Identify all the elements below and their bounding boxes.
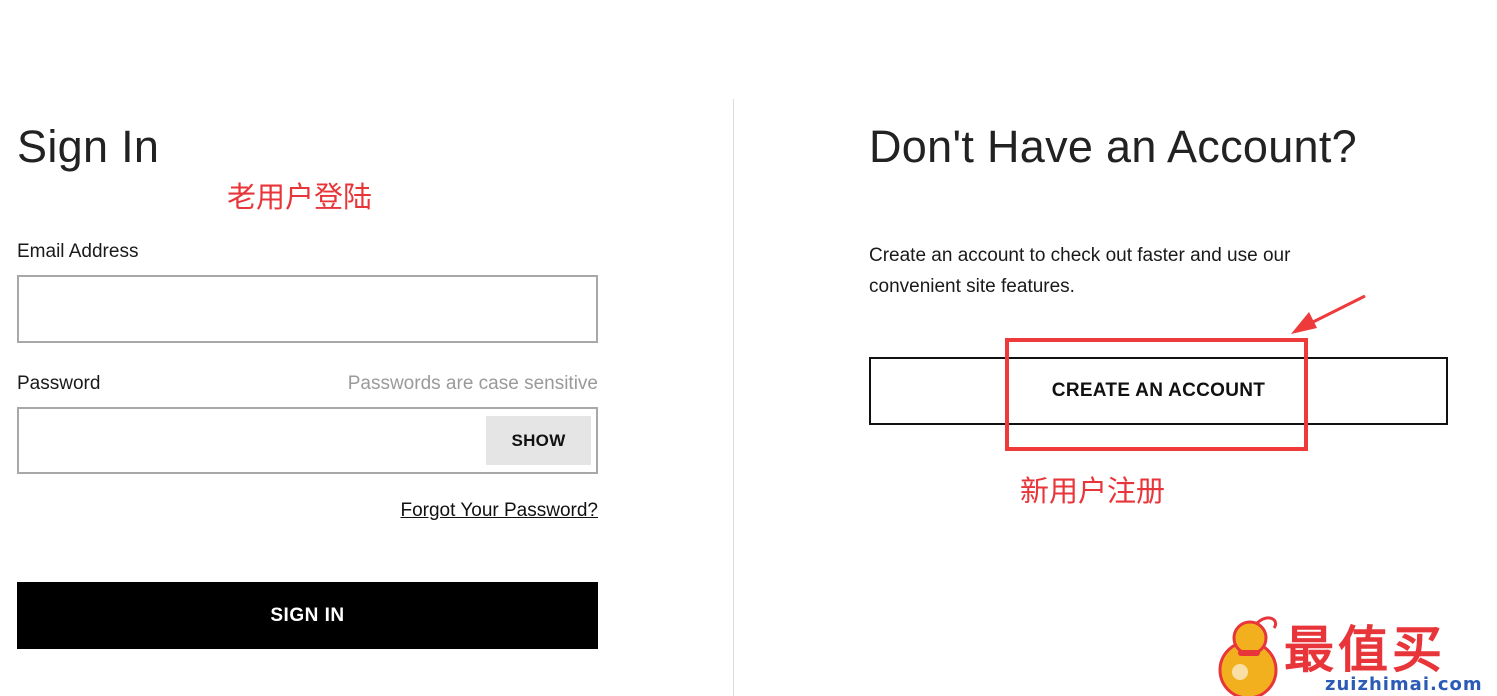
signin-title: Sign In [17,121,160,172]
register-description-line-2: convenient site features. [869,276,1075,297]
arrow-icon [1291,294,1366,334]
show-password-button[interactable]: SHOW [486,416,591,465]
register-annotation: 新用户注册 [1020,474,1166,508]
register-title: Don't Have an Account? [869,121,1357,172]
watermark-url: zuizhimai.com [1325,674,1483,695]
column-divider [733,99,734,696]
email-label: Email Address [17,241,139,262]
password-label: Password [17,373,101,394]
password-hint: Passwords are case sensitive [347,373,598,394]
watermark-logo-text: 最值买 [1284,621,1446,679]
highlight-box [1005,338,1308,451]
email-field[interactable] [17,275,598,343]
gourd-logo-icon [1218,616,1278,696]
signin-annotation: 老用户登陆 [227,180,373,214]
register-description: Create an account to check out faster an… [869,240,1290,302]
sign-in-button[interactable]: SIGN IN [17,582,598,649]
email-input[interactable] [19,277,596,341]
register-description-line-1: Create an account to check out faster an… [869,245,1291,266]
password-input[interactable] [19,409,479,472]
forgot-password-link[interactable]: Forgot Your Password? [400,500,598,522]
